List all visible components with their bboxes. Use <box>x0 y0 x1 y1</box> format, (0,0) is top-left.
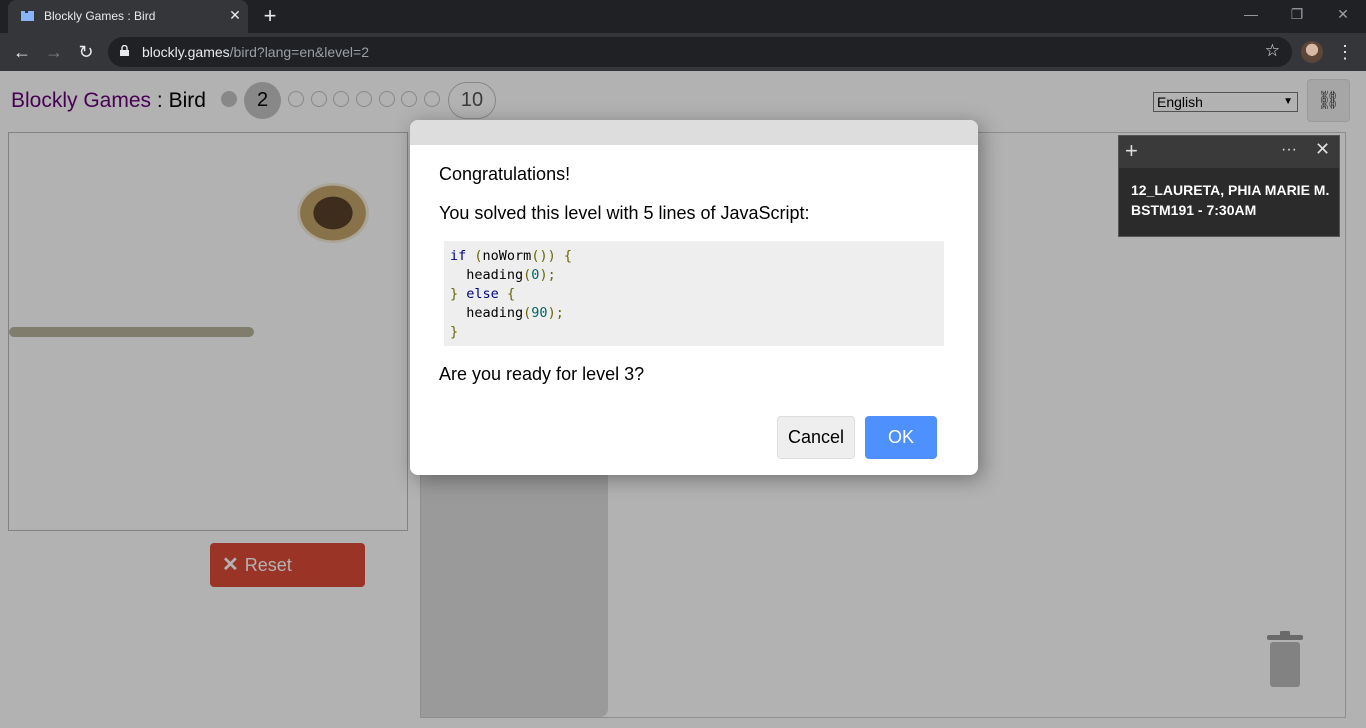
window-close-icon[interactable]: ✕ <box>1328 4 1358 24</box>
cancel-button[interactable]: Cancel <box>777 416 855 459</box>
tab-close-icon[interactable]: ✕ <box>226 6 244 24</box>
ok-button[interactable]: OK <box>865 416 937 459</box>
new-tab-button[interactable]: + <box>258 4 282 28</box>
url-text: blockly.games/bird?lang=en&level=2 <box>142 44 370 60</box>
reload-icon[interactable]: ↻ <box>74 41 98 63</box>
browser-tabstrip: Blockly Games : Bird ✕ + — ❐ ✕ <box>0 0 1366 33</box>
close-note-icon[interactable]: ✕ <box>1315 139 1330 160</box>
dialog-titlebar[interactable] <box>410 120 978 145</box>
tab-title: Blockly Games : Bird <box>44 9 156 23</box>
browser-tab[interactable]: Blockly Games : Bird ✕ <box>8 0 248 33</box>
back-arrow-icon[interactable]: ← <box>10 41 34 63</box>
blockly-favicon-icon <box>21 11 34 21</box>
minimize-icon[interactable]: — <box>1236 4 1266 24</box>
bookmark-star-icon[interactable]: ☆ <box>1265 41 1280 61</box>
sticky-note: + ··· ✕ 12_LAURETA, PHIA MARIE M. BSTM19… <box>1118 135 1340 237</box>
sticky-note-text[interactable]: 12_LAURETA, PHIA MARIE M. BSTM191 - 7:30… <box>1131 180 1329 220</box>
forward-arrow-icon[interactable]: → <box>42 41 66 63</box>
sticky-note-toolbar: + ··· ✕ <box>1119 136 1339 168</box>
more-options-icon[interactable]: ··· <box>1281 141 1297 159</box>
profile-avatar[interactable] <box>1301 41 1323 63</box>
address-bar[interactable]: blockly.games/bird?lang=en&level=2 ☆ <box>108 37 1292 67</box>
browser-toolbar: ← → ↻ blockly.games/bird?lang=en&level=2… <box>0 33 1366 71</box>
lock-icon <box>120 45 129 56</box>
browser-menu-icon[interactable]: ⋮ <box>1336 41 1354 63</box>
congratulations-dialog: Congratulations! You solved this level w… <box>410 120 978 475</box>
dialog-question: Are you ready for level 3? <box>439 364 645 384</box>
code-block: if (noWorm()) { heading(0); } else { hea… <box>444 241 944 346</box>
dialog-summary: You solved this level with 5 lines of Ja… <box>439 203 810 223</box>
add-note-icon[interactable]: + <box>1125 140 1138 162</box>
restore-icon[interactable]: ❐ <box>1282 4 1312 24</box>
dialog-heading: Congratulations! <box>439 164 571 184</box>
